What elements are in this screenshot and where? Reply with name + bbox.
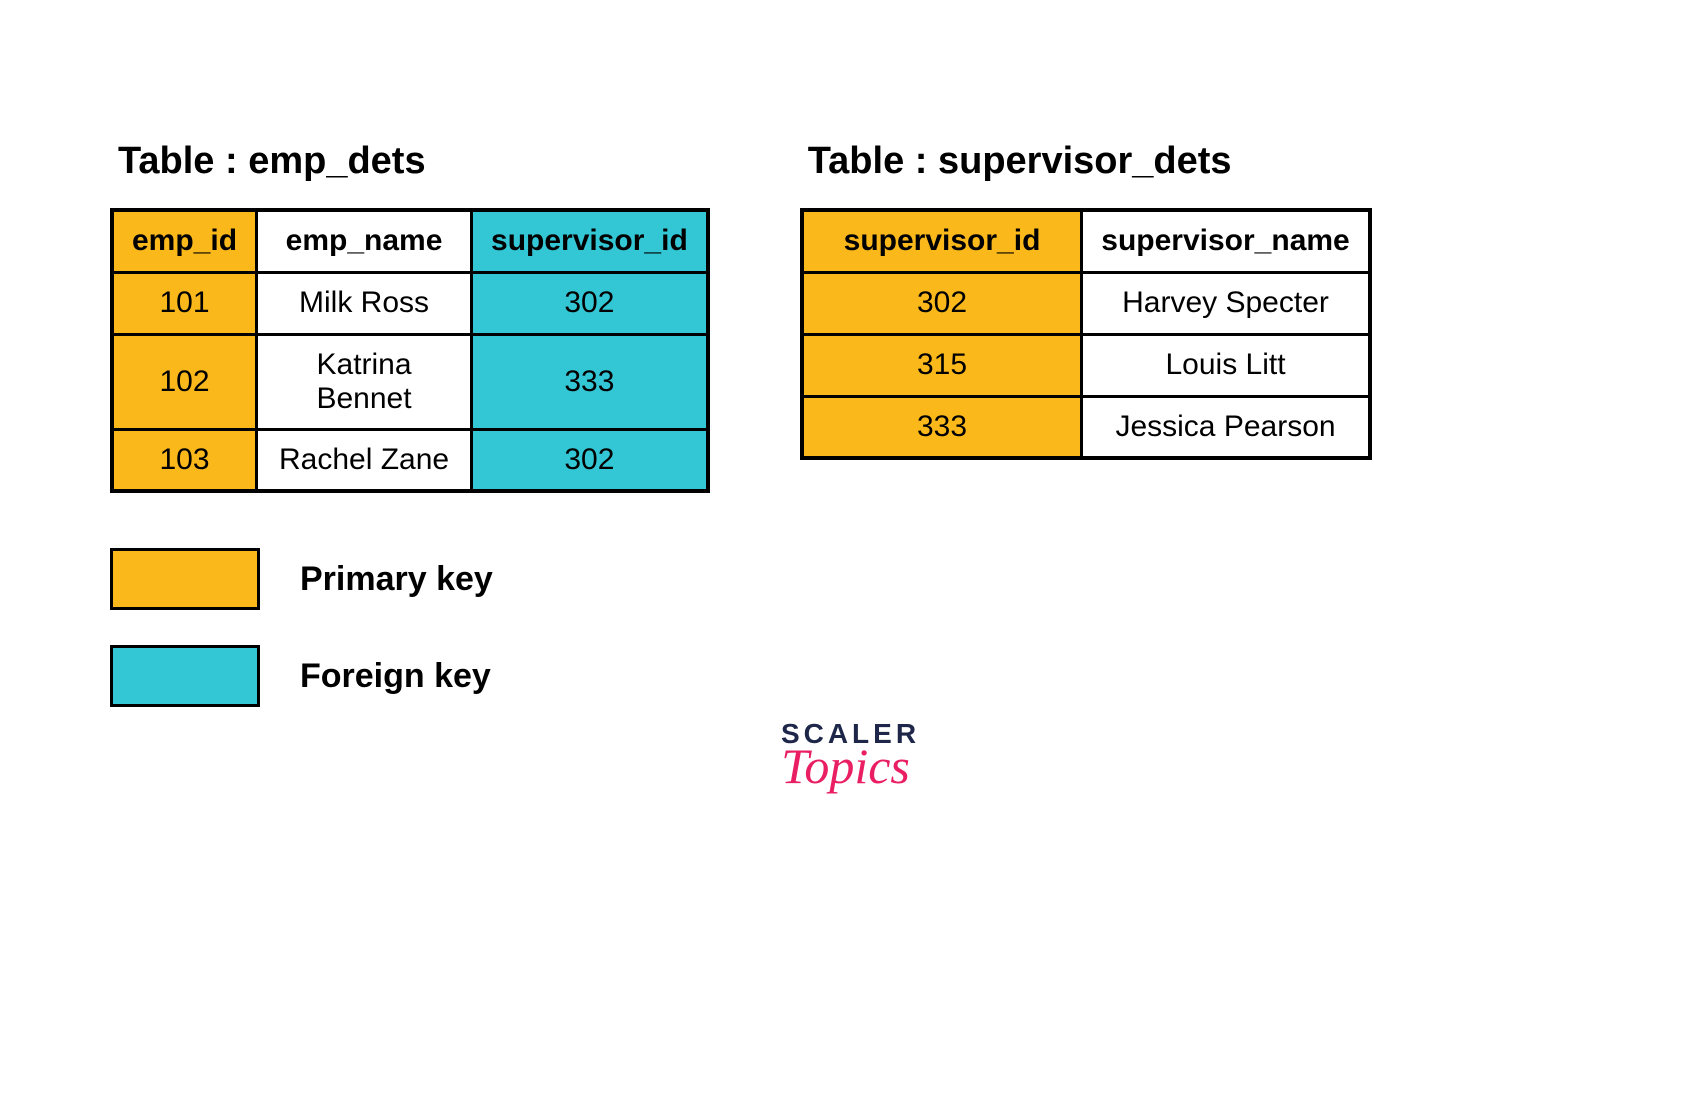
brand-topics-text: Topics (771, 744, 920, 789)
col-header-supervisor-name: supervisor_name (1082, 210, 1370, 272)
sup-table: supervisor_id supervisor_name 302 Harvey… (800, 208, 1372, 460)
cell-emp-name: Rachel Zane (257, 429, 472, 491)
col-header-supervisor-id: supervisor_id (472, 210, 708, 272)
table-title-sup: Table : supervisor_dets (800, 140, 1372, 183)
cell-emp-name: Milk Ross (257, 272, 472, 334)
table-supervisor-dets: Table : supervisor_dets supervisor_id su… (800, 140, 1372, 460)
cell-supervisor-name: Harvey Specter (1082, 272, 1370, 334)
cell-emp-id: 101 (112, 272, 257, 334)
table-row: 101 Milk Ross 302 (112, 272, 708, 334)
cell-supervisor-id: 302 (472, 429, 708, 491)
brand-logo: SCALER Topics (781, 720, 920, 789)
legend-row-foreign: Foreign key (110, 645, 1591, 707)
cell-supervisor-id: 315 (802, 334, 1082, 396)
legend-label-foreign: Foreign key (300, 657, 491, 696)
cell-emp-name: Katrina Bennet (257, 334, 472, 429)
table-row: emp_id emp_name supervisor_id (112, 210, 708, 272)
legend-swatch-primary (110, 548, 260, 610)
col-header-supervisor-id: supervisor_id (802, 210, 1082, 272)
legend-swatch-foreign (110, 645, 260, 707)
table-row: 302 Harvey Specter (802, 272, 1370, 334)
legend: Primary key Foreign key (110, 548, 1591, 707)
col-header-emp-id: emp_id (112, 210, 257, 272)
table-row: supervisor_id supervisor_name (802, 210, 1370, 272)
table-title-emp: Table : emp_dets (110, 140, 710, 183)
cell-supervisor-id: 302 (802, 272, 1082, 334)
cell-supervisor-id: 333 (472, 334, 708, 429)
cell-supervisor-id: 302 (472, 272, 708, 334)
emp-table: emp_id emp_name supervisor_id 101 Milk R… (110, 208, 710, 493)
table-row: 333 Jessica Pearson (802, 396, 1370, 458)
cell-supervisor-name: Louis Litt (1082, 334, 1370, 396)
legend-label-primary: Primary key (300, 560, 493, 599)
col-header-emp-name: emp_name (257, 210, 472, 272)
table-emp-dets: Table : emp_dets emp_id emp_name supervi… (110, 140, 710, 493)
legend-row-primary: Primary key (110, 548, 1591, 610)
cell-supervisor-id: 333 (802, 396, 1082, 458)
table-row: 103 Rachel Zane 302 (112, 429, 708, 491)
tables-container: Table : emp_dets emp_id emp_name supervi… (110, 140, 1591, 493)
table-row: 315 Louis Litt (802, 334, 1370, 396)
cell-emp-id: 102 (112, 334, 257, 429)
table-row: 102 Katrina Bennet 333 (112, 334, 708, 429)
cell-emp-id: 103 (112, 429, 257, 491)
cell-supervisor-name: Jessica Pearson (1082, 396, 1370, 458)
